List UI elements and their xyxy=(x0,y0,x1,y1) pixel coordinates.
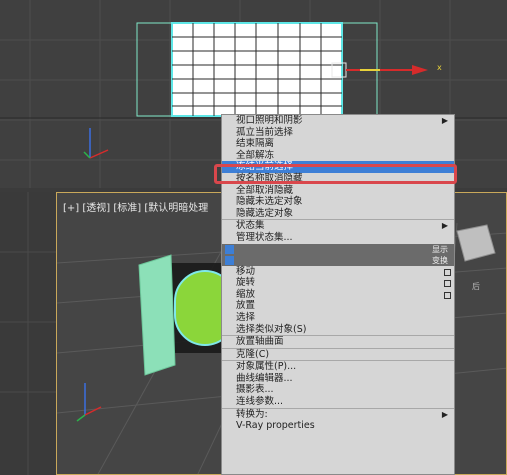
menu-item-move[interactable]: 移动 xyxy=(222,266,454,278)
settings-box-icon[interactable] xyxy=(444,291,451,299)
settings-box-icon[interactable] xyxy=(444,268,451,276)
menu-item-place[interactable]: 放置 xyxy=(222,300,454,312)
menu-item-select[interactable]: 选择 xyxy=(222,312,454,324)
menu-item-place-pivot-surface[interactable]: 放置轴曲面 xyxy=(222,336,454,348)
menu-item-hide-unselected[interactable]: 隐藏未选定对象 xyxy=(222,196,454,208)
submenu-arrow-icon: ▶ xyxy=(441,409,448,419)
menu-item-isolate-selection[interactable]: 孤立当前选择 xyxy=(222,127,454,139)
submenu-arrow-icon: ▶ xyxy=(441,116,448,125)
menu-item-object-properties[interactable]: 对象属性(P)... xyxy=(222,361,454,373)
menu-item-unhide-all[interactable]: 全部取消隐藏 xyxy=(222,185,454,197)
menu-item-end-isolate[interactable]: 结束隔离 xyxy=(222,138,454,150)
menu-item-scale[interactable]: 缩放 xyxy=(222,289,454,301)
quad-title-transform: 变换 xyxy=(222,254,454,266)
settings-box-icon[interactable] xyxy=(444,280,451,288)
highlight-annotation-box xyxy=(214,164,457,184)
viewcube[interactable] xyxy=(456,224,496,262)
submenu-arrow-icon: ▶ xyxy=(441,221,448,231)
menu-item-state-sets[interactable]: 状态集 ▶ xyxy=(222,220,454,232)
viewport-label[interactable]: [+] [透视] [标准] [默认明暗处理 xyxy=(63,199,208,214)
quad-title-display: 显示 xyxy=(222,243,454,255)
menu-item-curve-editor[interactable]: 曲线编辑器... xyxy=(222,373,454,385)
menu-item-dope-sheet[interactable]: 摄影表... xyxy=(222,384,454,396)
menu-item-clone[interactable]: 克隆(C) xyxy=(222,349,454,361)
selected-object-outline-left[interactable] xyxy=(136,22,173,117)
axis-x-label: x xyxy=(437,63,442,72)
menu-item-rotate[interactable]: 旋转 xyxy=(222,277,454,289)
menu-item-viewport-lighting[interactable]: 视口照明和阴影 ▶ xyxy=(222,115,454,127)
menu-item-convert-to[interactable]: 转换为: ▶ xyxy=(222,409,454,421)
left-viewport-strip[interactable] xyxy=(0,192,56,475)
menu-item-wire-parameters[interactable]: 连线参数... xyxy=(222,396,454,408)
menu-item-vray-properties[interactable]: V-Ray properties xyxy=(222,420,454,432)
viewcube-label: 后 xyxy=(472,282,480,291)
menu-item-hide-selection[interactable]: 隐藏选定对象 xyxy=(222,208,454,220)
menu-item-manage-state-sets[interactable]: 管理状态集... xyxy=(222,232,454,244)
mint-box-object[interactable] xyxy=(138,254,176,376)
menu-item-select-similar[interactable]: 选择类似对象(S) xyxy=(222,324,454,336)
menu-item-unfreeze-all[interactable]: 全部解冻 xyxy=(222,150,454,162)
